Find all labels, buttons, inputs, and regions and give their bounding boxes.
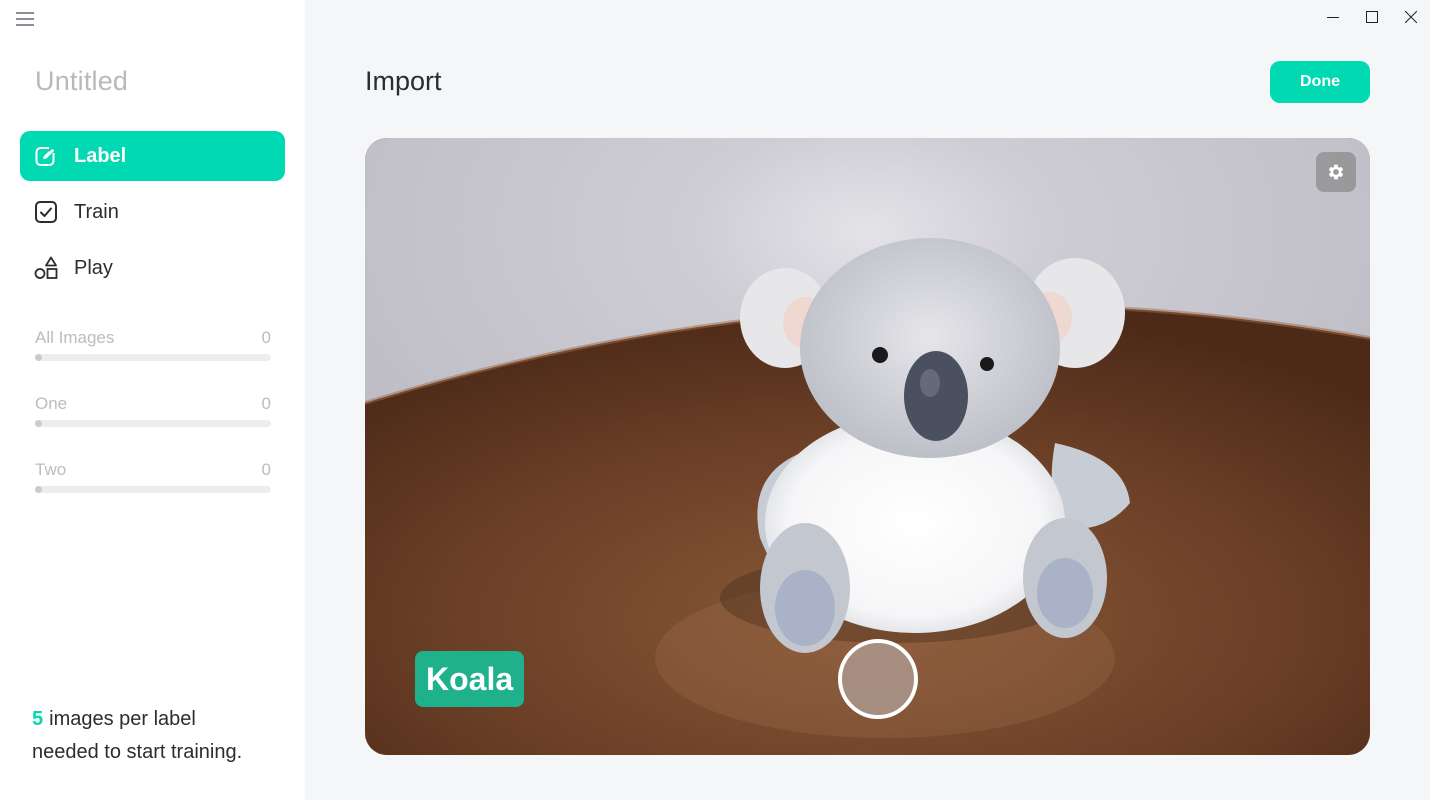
class-row-all-images[interactable]: All Images 0 bbox=[35, 328, 271, 361]
gear-icon bbox=[1328, 164, 1344, 180]
label-chip[interactable]: Koala bbox=[415, 651, 525, 707]
class-name: All Images bbox=[35, 328, 115, 347]
done-button[interactable]: Done bbox=[1270, 61, 1370, 103]
progress-bar bbox=[35, 354, 271, 361]
checkbox-icon bbox=[34, 200, 58, 224]
class-name: Two bbox=[35, 460, 67, 479]
hint-line2: needed to start training. bbox=[32, 741, 243, 763]
nav-label: Play bbox=[74, 256, 113, 279]
capture-button[interactable] bbox=[838, 639, 918, 719]
close-icon bbox=[1404, 11, 1417, 23]
window-controls bbox=[1313, 0, 1430, 34]
camera-preview: Koala bbox=[365, 138, 1370, 755]
class-row-two[interactable]: Two 0 bbox=[35, 460, 271, 493]
hint-count: 5 bbox=[32, 708, 44, 730]
class-count: 0 bbox=[261, 460, 271, 479]
pencil-square-icon bbox=[34, 144, 58, 168]
training-hint: 5 images per label needed to start traini… bbox=[32, 703, 292, 769]
nav-item-train[interactable]: Train bbox=[20, 187, 285, 237]
class-count: 0 bbox=[261, 328, 271, 347]
maximize-icon bbox=[1365, 11, 1378, 23]
close-button[interactable] bbox=[1391, 0, 1430, 34]
maximize-button[interactable] bbox=[1352, 0, 1391, 34]
class-count: 0 bbox=[261, 394, 271, 413]
settings-button[interactable] bbox=[1316, 152, 1356, 192]
nav-item-label[interactable]: Label bbox=[20, 131, 285, 181]
sidebar: Untitled Label Train Play All Images 0 O… bbox=[0, 0, 305, 800]
project-title[interactable]: Untitled bbox=[35, 66, 128, 97]
class-name: One bbox=[35, 394, 68, 413]
nav-item-play[interactable]: Play bbox=[20, 243, 285, 293]
hint-line1: images per label bbox=[49, 708, 196, 730]
shapes-icon bbox=[34, 256, 58, 280]
class-row-one[interactable]: One 0 bbox=[35, 394, 271, 427]
minimize-button[interactable] bbox=[1313, 0, 1352, 34]
nav-label: Train bbox=[74, 200, 119, 223]
progress-bar bbox=[35, 486, 271, 493]
hamburger-icon[interactable] bbox=[16, 12, 34, 26]
nav-label: Label bbox=[74, 144, 127, 167]
page-title: Import bbox=[365, 66, 442, 96]
minimize-icon bbox=[1326, 17, 1339, 18]
progress-bar bbox=[35, 420, 271, 427]
